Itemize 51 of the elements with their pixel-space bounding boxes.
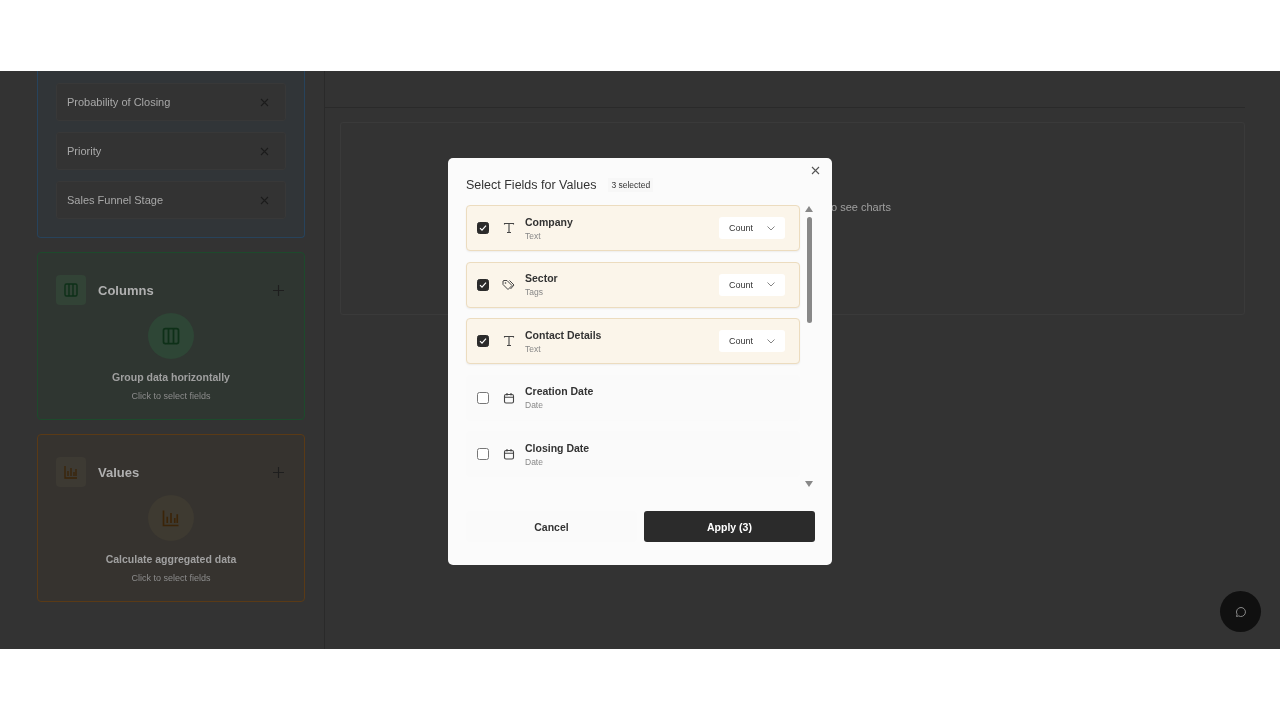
aggregate-dropdown[interactable]: Count	[718, 330, 785, 352]
checkbox[interactable]	[477, 278, 489, 291]
scroll-down-icon[interactable]	[805, 481, 813, 487]
field-option[interactable]: Company Text Count	[466, 205, 800, 251]
field-option[interactable]: Sector Tags Count	[466, 261, 800, 308]
selected-count: 3 selected	[608, 178, 654, 192]
tag-icon	[502, 278, 515, 291]
aggregate-dropdown[interactable]: Count	[718, 273, 785, 296]
section-title: Values	[98, 464, 141, 480]
calendar-icon	[502, 448, 515, 460]
chart-placeholder-text: o see charts	[831, 200, 891, 213]
chevron-down-icon	[767, 225, 775, 231]
chevron-down-icon	[767, 338, 775, 344]
text-type-icon	[502, 335, 515, 347]
checkbox[interactable]	[477, 335, 489, 347]
checkbox[interactable]	[477, 222, 489, 234]
field-name: Creation Date	[525, 385, 595, 397]
empty-state-title: Group data horizontally	[112, 371, 230, 383]
field-type: Text	[525, 343, 542, 354]
scroll-up-icon[interactable]	[805, 206, 813, 212]
bar-chart-icon	[63, 464, 79, 480]
section-title: Columns	[98, 282, 155, 298]
chat-bubble-icon	[1234, 605, 1247, 618]
field-type: Date	[525, 456, 544, 467]
text-type-icon	[502, 222, 515, 234]
empty-state-hint[interactable]: Click to select fields	[131, 573, 211, 583]
columns-icon	[161, 326, 181, 346]
close-icon[interactable]	[811, 166, 820, 175]
field-label: Probability of Closing	[67, 96, 171, 108]
field-name: Closing Date	[525, 441, 591, 454]
field-label: Priority	[67, 145, 102, 157]
field-label: Sales Funnel Stage	[67, 194, 163, 206]
chevron-down-icon	[767, 282, 775, 287]
columns-icon	[63, 282, 79, 298]
field-name: Contact Details	[525, 328, 603, 341]
bar-chart-icon	[161, 508, 181, 528]
calendar-icon	[502, 391, 515, 404]
field-name: Company	[525, 215, 574, 228]
dialog-title: Select Fields for Values	[466, 178, 597, 192]
field-type: Text	[525, 230, 542, 241]
apply-button[interactable]: Apply (3)	[644, 511, 815, 542]
checkbox[interactable]	[477, 391, 489, 404]
empty-state-title: Calculate aggregated data	[105, 553, 237, 565]
aggregate-dropdown[interactable]: Count	[718, 217, 785, 239]
field-option[interactable]: Contact Details Text Count	[466, 318, 800, 364]
field-type: Date	[525, 400, 544, 410]
empty-state-hint[interactable]: Click to select fields	[131, 391, 211, 401]
field-name: Sector	[525, 272, 559, 284]
scrollbar[interactable]	[804, 205, 814, 487]
checkbox[interactable]	[477, 448, 489, 460]
field-type: Tags	[525, 287, 544, 297]
